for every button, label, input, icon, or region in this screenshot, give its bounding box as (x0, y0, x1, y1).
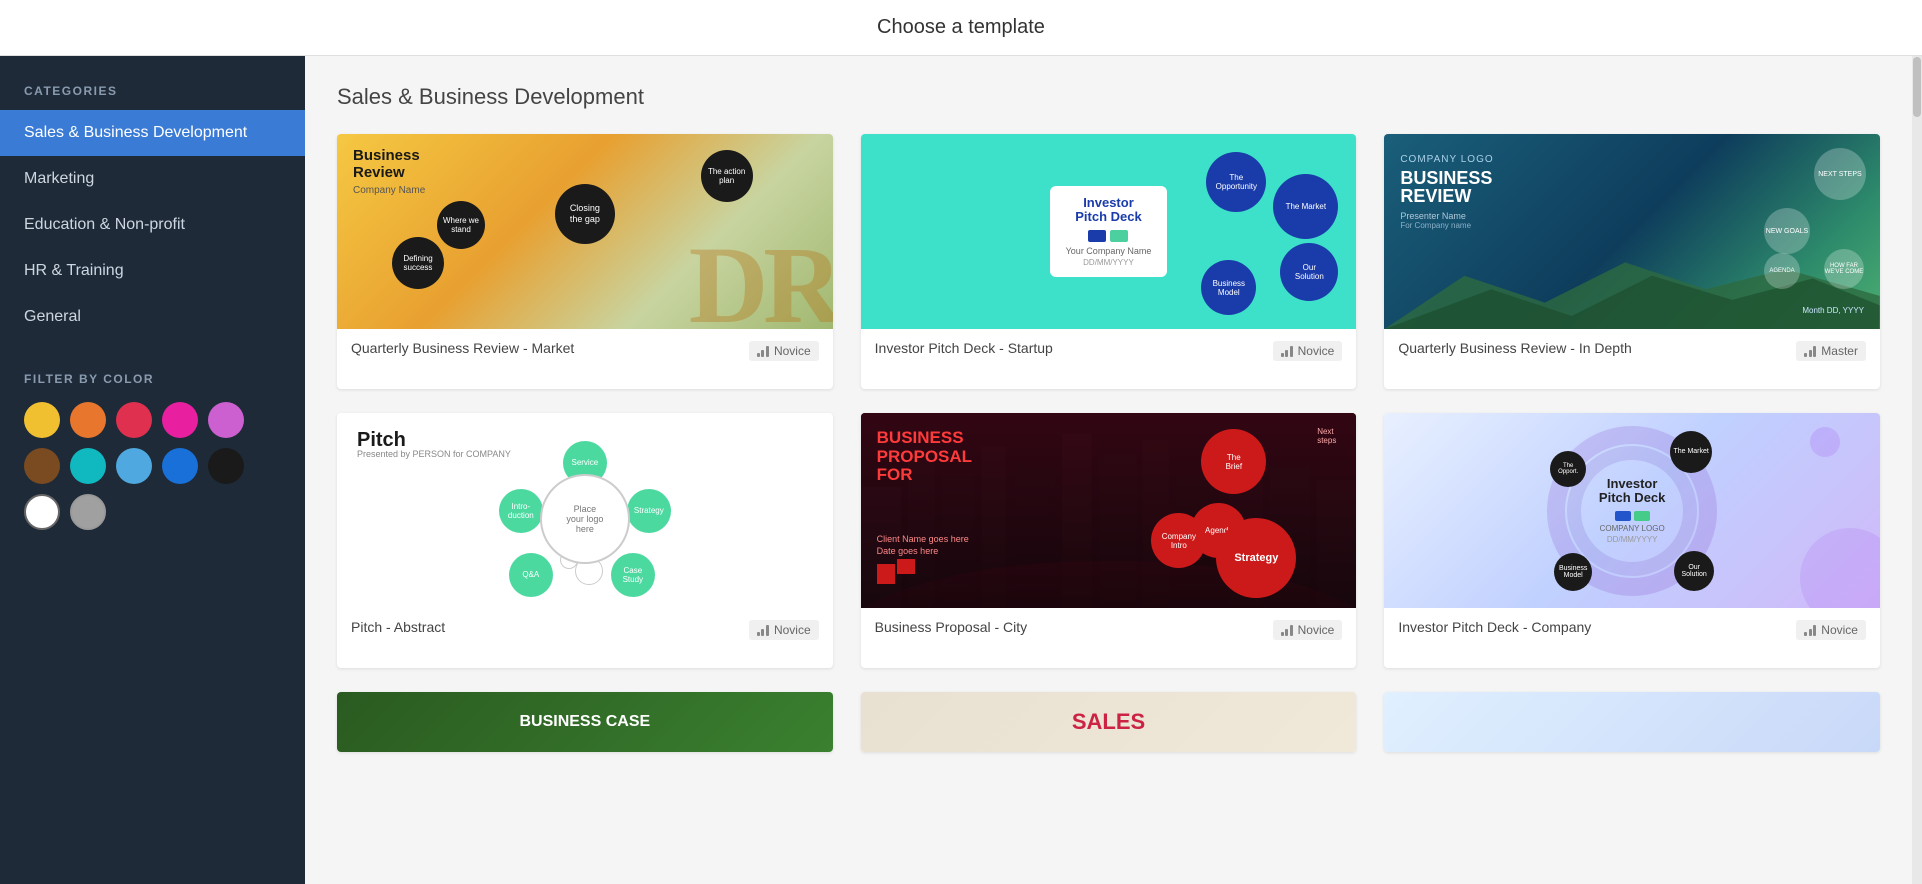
main-layout: CATEGORIES Sales & Business Development … (0, 56, 1922, 884)
master-icon (1804, 345, 1816, 357)
content-area: Sales & Business Development BusinessRev… (305, 56, 1912, 884)
template-name-pitch-abstract: Pitch - Abstract (351, 618, 749, 636)
sidebar-item-marketing[interactable]: Marketing (0, 156, 305, 202)
color-swatch-yellow[interactable] (24, 402, 60, 438)
template-thumb-qbr-market: BusinessReview Company Name DR Closingth… (337, 134, 833, 329)
template-info-qbr-market: Quarterly Business Review - Market Novic… (337, 329, 833, 389)
template-info-biz-proposal: Business Proposal - City Novice (861, 608, 1357, 668)
difficulty-badge-pitch-abstract: Novice (749, 620, 819, 640)
section-title: Sales & Business Development (337, 84, 1880, 110)
template-info-pitch-abstract: Pitch - Abstract Novice (337, 608, 833, 668)
template-card-sales[interactable]: SALES (861, 692, 1357, 752)
template-thumb-qbr-depth: COMPANY LOGO BUSINESSREVIEW Presenter Na… (1384, 134, 1880, 329)
scrollbar-track[interactable] (1912, 56, 1922, 884)
difficulty-badge-pitch-company: Novice (1796, 620, 1866, 640)
difficulty-badge-pitch-startup: Novice (1273, 341, 1343, 361)
template-info-qbr-depth: Quarterly Business Review - In Depth Mas… (1384, 329, 1880, 389)
categories-label: CATEGORIES (0, 56, 305, 110)
filter-by-color-section: FILTER BY COLOR (0, 340, 305, 530)
template-thumb-extra (1384, 692, 1880, 752)
color-swatch-brown[interactable] (24, 448, 60, 484)
difficulty-badge-qbr-market: Novice (749, 341, 819, 361)
template-name-pitch-company: Investor Pitch Deck - Company (1398, 618, 1796, 636)
template-name-biz-proposal: Business Proposal - City (875, 618, 1273, 636)
difficulty-badge-qbr-depth: Master (1796, 341, 1866, 361)
sidebar-item-hr[interactable]: HR & Training (0, 248, 305, 294)
template-card-extra[interactable] (1384, 692, 1880, 752)
color-swatch-purple[interactable] (208, 402, 244, 438)
color-swatch-blue[interactable] (162, 448, 198, 484)
sidebar-item-general[interactable]: General (0, 294, 305, 340)
template-card-qbr-market[interactable]: BusinessReview Company Name DR Closingth… (337, 134, 833, 389)
color-grid (24, 402, 281, 530)
novice-icon5 (1804, 624, 1816, 636)
template-name-qbr-depth: Quarterly Business Review - In Depth (1398, 339, 1796, 357)
header: Choose a template (0, 0, 1922, 56)
sales-text: SALES (1072, 709, 1145, 735)
template-info-pitch-company: Investor Pitch Deck - Company Novice (1384, 608, 1880, 668)
template-grid: BusinessReview Company Name DR Closingth… (337, 134, 1880, 752)
difficulty-badge-biz-proposal: Novice (1273, 620, 1343, 640)
template-card-qbr-depth[interactable]: COMPANY LOGO BUSINESSREVIEW Presenter Na… (1384, 134, 1880, 389)
template-card-biz-proposal[interactable]: Businessproposalfor Client Name goes her… (861, 413, 1357, 668)
filter-label: FILTER BY COLOR (24, 372, 281, 386)
template-thumb-biz-proposal: Businessproposalfor Client Name goes her… (861, 413, 1357, 608)
page-title: Choose a template (877, 16, 1045, 39)
template-name-pitch-startup: Investor Pitch Deck - Startup (875, 339, 1273, 357)
template-card-pitch-company[interactable]: InvestorPitch Deck COMPANY LOGO DD/MM/YY… (1384, 413, 1880, 668)
color-swatch-lightblue[interactable] (116, 448, 152, 484)
template-thumb-biz-case: BUSINESS CASE (337, 692, 833, 752)
sidebar-item-education[interactable]: Education & Non-profit (0, 202, 305, 248)
color-swatch-black[interactable] (208, 448, 244, 484)
novice-icon4 (1281, 624, 1293, 636)
color-swatch-teal[interactable] (70, 448, 106, 484)
biz-case-text: BUSINESS CASE (519, 713, 650, 731)
template-thumb-pitch-abstract: Pitch Presented by PERSON for COMPANY Pl… (337, 413, 833, 608)
template-thumb-sales: SALES (861, 692, 1357, 752)
template-info-pitch-startup: Investor Pitch Deck - Startup Novice (861, 329, 1357, 389)
template-card-biz-case[interactable]: BUSINESS CASE (337, 692, 833, 752)
color-swatch-white[interactable] (24, 494, 60, 530)
template-card-pitch-startup[interactable]: InvestorPitch Deck Your Company Name DD/… (861, 134, 1357, 389)
scrollbar-thumb[interactable] (1913, 57, 1921, 117)
color-swatch-pink[interactable] (162, 402, 198, 438)
sidebar-item-sales[interactable]: Sales & Business Development (0, 110, 305, 156)
novice-icon3 (757, 624, 769, 636)
template-thumb-pitch-startup: InvestorPitch Deck Your Company Name DD/… (861, 134, 1357, 329)
novice-icon (757, 345, 769, 357)
template-name-qbr-market: Quarterly Business Review - Market (351, 339, 749, 357)
color-swatch-red[interactable] (116, 402, 152, 438)
sidebar: CATEGORIES Sales & Business Development … (0, 56, 305, 884)
template-card-pitch-abstract[interactable]: Pitch Presented by PERSON for COMPANY Pl… (337, 413, 833, 668)
color-swatch-orange[interactable] (70, 402, 106, 438)
novice-icon2 (1281, 345, 1293, 357)
template-thumb-pitch-company: InvestorPitch Deck COMPANY LOGO DD/MM/YY… (1384, 413, 1880, 608)
color-swatch-gray[interactable] (70, 494, 106, 530)
